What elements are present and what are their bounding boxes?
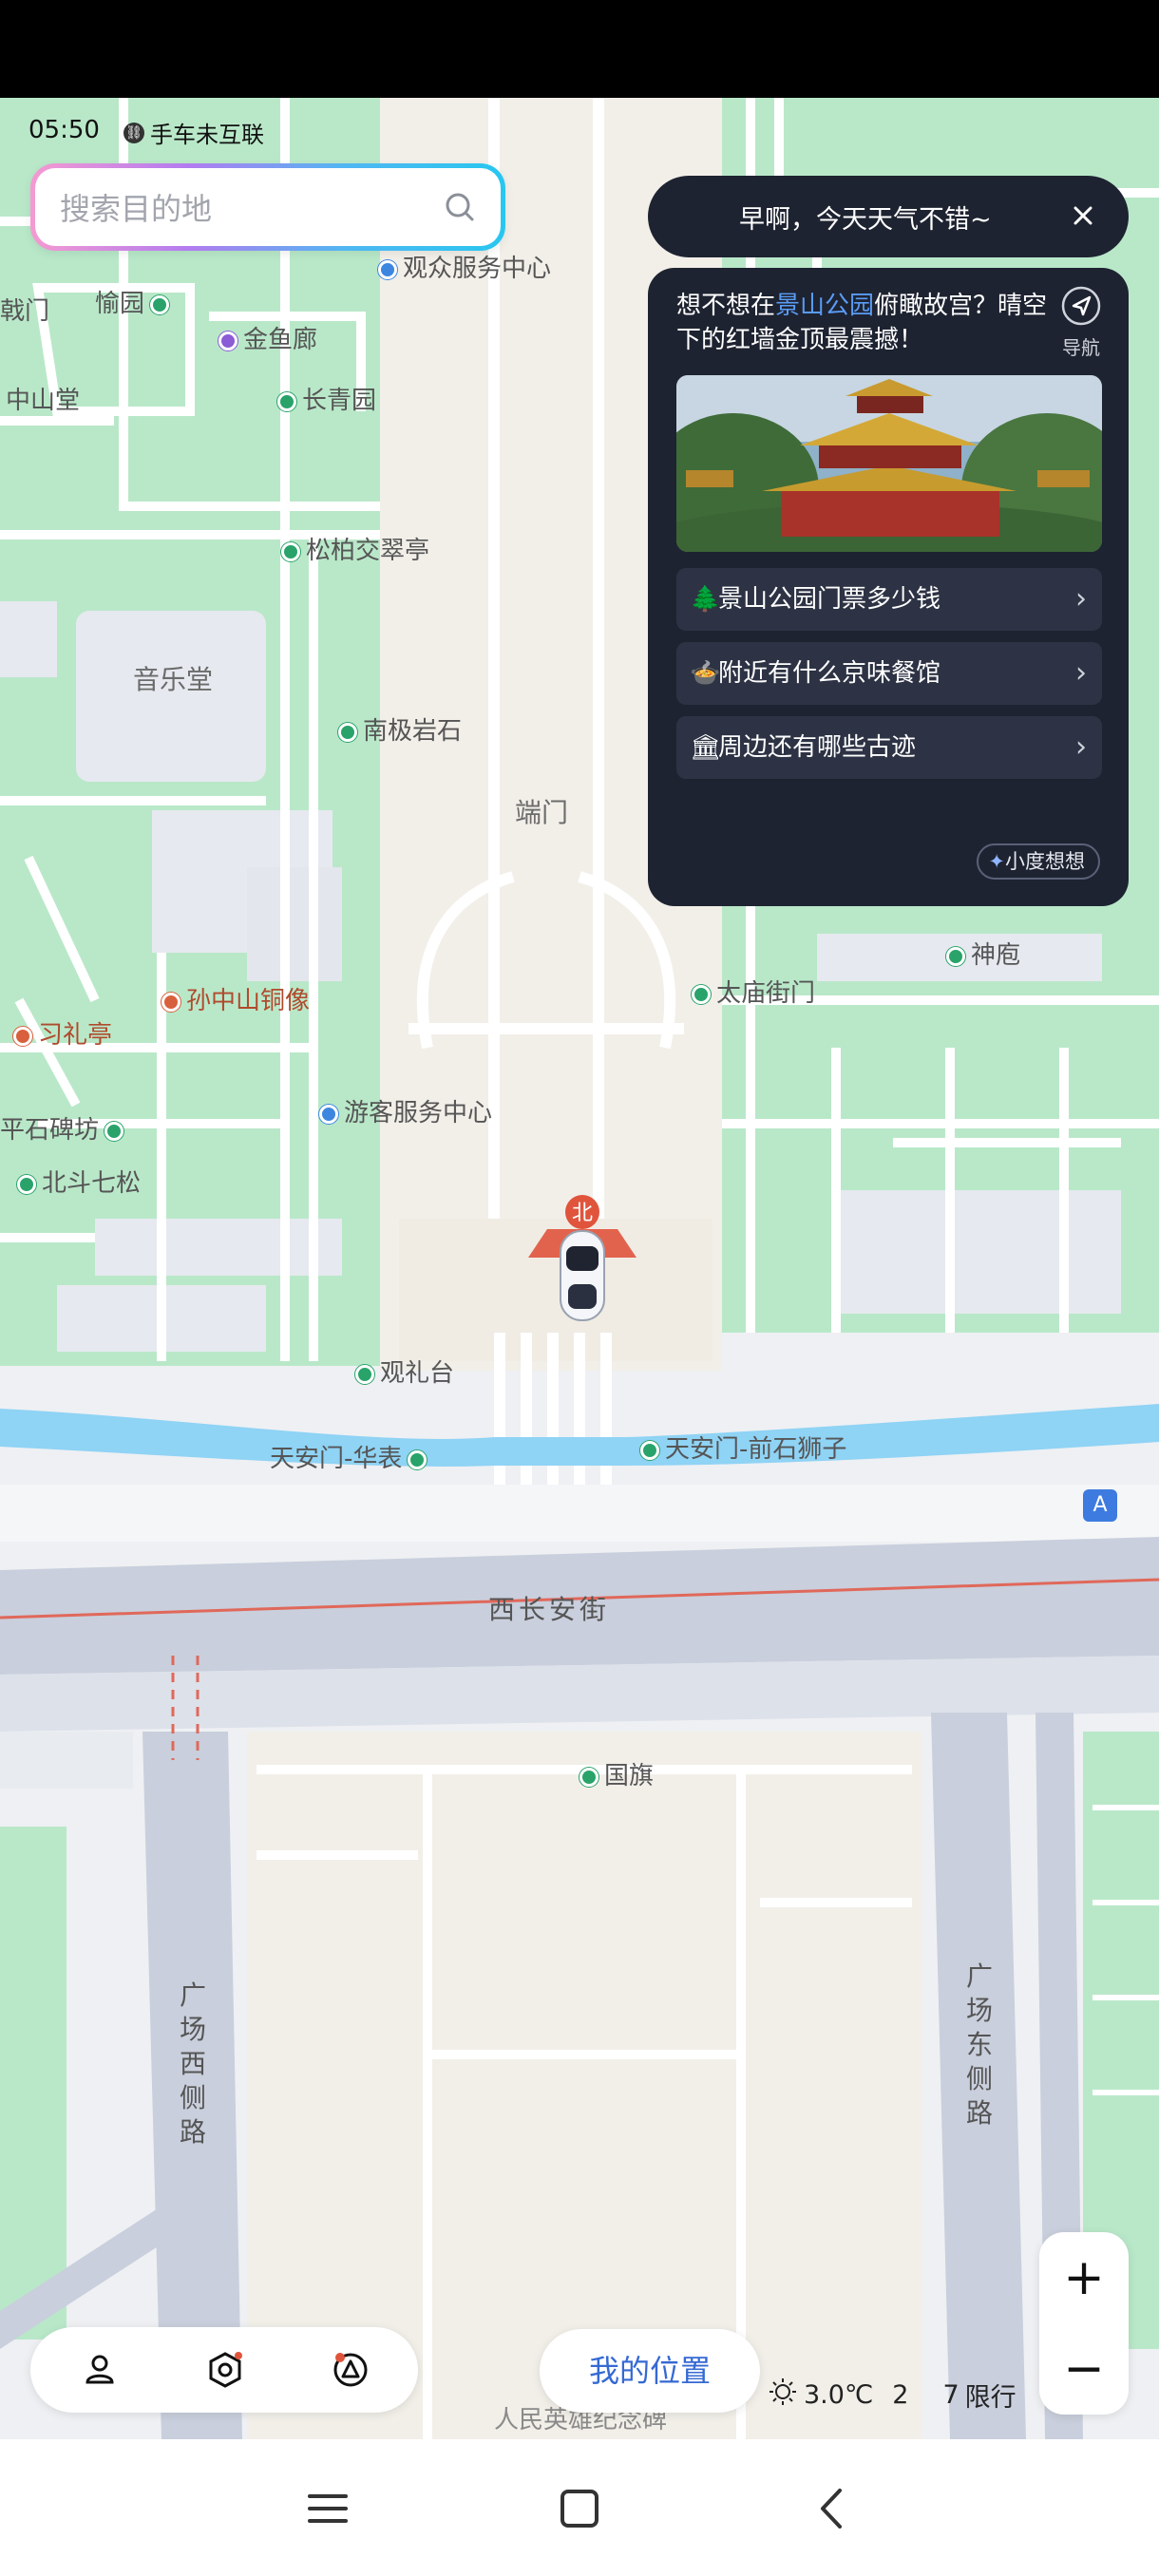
sun-icon bbox=[768, 2377, 798, 2414]
suggestion-item[interactable]: 🏛周边还有哪些古迹 › bbox=[676, 716, 1102, 779]
temperature: 3.0℃ bbox=[804, 2380, 874, 2410]
restriction-label: 限行 bbox=[964, 2383, 1016, 2413]
restriction-digit-2: 7 bbox=[942, 2380, 960, 2410]
poi-visitor-center[interactable]: 观众服务中心 bbox=[378, 255, 551, 283]
poi-zhongshantang[interactable]: 中山堂 bbox=[6, 387, 80, 415]
chevron-right-icon: › bbox=[1075, 730, 1087, 764]
greeting-text: 早啊，今天天气不错~ bbox=[739, 205, 992, 235]
recommendation-message: 想不想在景山公园俯瞰故宫？晴空下的红墙金顶最震撼！ bbox=[676, 292, 1048, 354]
navigate-label: 导航 bbox=[1062, 336, 1100, 359]
jingshan-park-photo[interactable] bbox=[676, 375, 1102, 552]
profile-icon[interactable] bbox=[78, 2348, 122, 2392]
poi-beidou[interactable]: 北斗七松 bbox=[17, 1169, 141, 1198]
poi-pingshi[interactable]: 平石碑坊 bbox=[0, 1116, 129, 1145]
search-input[interactable] bbox=[58, 187, 432, 231]
zoom-in-button[interactable]: + bbox=[1039, 2232, 1129, 2323]
route-a-badge[interactable]: A bbox=[1083, 1489, 1117, 1522]
poi-xilitang[interactable]: 习礼亭 bbox=[13, 1021, 112, 1050]
poi-yuyuan[interactable]: 愉园 bbox=[95, 290, 175, 318]
zoom-out-button[interactable]: − bbox=[1039, 2323, 1129, 2415]
svg-text:北: 北 bbox=[572, 1202, 593, 1225]
poi-sun-yatsen-statue[interactable]: 孙中山铜像 bbox=[162, 987, 310, 1015]
suggestion-item[interactable]: 🌲景山公园门票多少钱 › bbox=[676, 568, 1102, 631]
drive-mode-icon[interactable] bbox=[329, 2348, 372, 2392]
car-location-marker[interactable]: 北 bbox=[528, 1191, 636, 1324]
back-icon[interactable] bbox=[809, 2485, 857, 2532]
navigation-arrow-icon bbox=[1061, 286, 1101, 326]
greeting-banner: 早啊，今天天气不错~ bbox=[648, 176, 1129, 257]
suggestion-label: 附近有什么京味餐馆 bbox=[718, 659, 941, 688]
camera-settings-icon[interactable] bbox=[203, 2348, 247, 2392]
poi-duanmen[interactable]: 端门 bbox=[515, 799, 568, 827]
museum-icon: 🏛 bbox=[690, 733, 722, 762]
poi-taimiao-gate[interactable]: 太庙街门 bbox=[692, 979, 815, 1008]
poi-guanlitai[interactable]: 观礼台 bbox=[355, 1359, 454, 1388]
poi-nanji[interactable]: 南极岩石 bbox=[338, 717, 462, 746]
suggestion-label: 周边还有哪些古迹 bbox=[718, 733, 917, 762]
food-icon: 🍲 bbox=[690, 659, 721, 688]
suggestion-item[interactable]: 🍲附近有什么京味餐馆 › bbox=[676, 642, 1102, 705]
close-icon[interactable] bbox=[1064, 197, 1102, 235]
navigate-button[interactable]: 导航 bbox=[1053, 285, 1110, 360]
car-link-status[interactable]: ⛓ 手车未互联 bbox=[124, 116, 264, 149]
weather-restriction-info[interactable]: 3.0℃ 2 7 限行 bbox=[768, 2377, 1016, 2414]
xiaodu-think-button[interactable]: ✦小度想想 bbox=[977, 843, 1100, 880]
zoom-control: + − bbox=[1039, 2232, 1129, 2415]
restriction-digit-1: 2 bbox=[892, 2380, 909, 2410]
my-location-button[interactable]: 我的位置 bbox=[540, 2329, 760, 2413]
chevron-right-icon: › bbox=[1075, 656, 1087, 690]
poi-jimen[interactable]: 戟门 bbox=[0, 297, 49, 326]
road-square-east: 广场东侧路 bbox=[965, 1960, 993, 2129]
quick-actions-bar bbox=[30, 2327, 418, 2413]
status-time: 05:50 bbox=[28, 116, 100, 144]
poi-national-flag[interactable]: 国旗 bbox=[580, 1762, 654, 1790]
link-icon: ⛓ bbox=[124, 122, 144, 143]
poi-shenpao[interactable]: 神庖 bbox=[946, 941, 1020, 970]
poi-changqingyuan[interactable]: 长青园 bbox=[277, 387, 376, 415]
menu-icon[interactable] bbox=[304, 2485, 352, 2532]
suggestion-label: 景山公园门票多少钱 bbox=[718, 585, 941, 614]
highlight-destination[interactable]: 景山公园 bbox=[775, 292, 874, 320]
poi-yinyuetang[interactable]: 音乐堂 bbox=[133, 666, 213, 694]
car-link-label: 手车未互联 bbox=[150, 122, 264, 148]
road-xichangan: 西长安街 bbox=[488, 1594, 611, 1625]
system-navigation-bar bbox=[0, 2439, 1159, 2576]
poi-songbai[interactable]: 松柏交翠亭 bbox=[281, 537, 429, 565]
road-square-west: 广场西侧路 bbox=[179, 1979, 206, 2148]
poi-tiananmen-lions[interactable]: 天安门-前石狮子 bbox=[640, 1435, 846, 1464]
poi-tiananmen-huabiao[interactable]: 天安门-华表 bbox=[270, 1445, 432, 1473]
tree-icon: 🌲 bbox=[690, 585, 721, 614]
search-icon[interactable] bbox=[442, 189, 480, 231]
chevron-right-icon: › bbox=[1075, 582, 1087, 616]
top-black-bar bbox=[0, 0, 1159, 98]
search-box[interactable] bbox=[30, 163, 505, 251]
sparkle-icon: ✦ bbox=[988, 850, 1005, 873]
poi-jinyulang[interactable]: 金鱼廊 bbox=[218, 326, 317, 354]
recommendation-card: 想不想在景山公园俯瞰故宫？晴空下的红墙金顶最震撼！ 导航 🌲景山公园门票多少钱 … bbox=[648, 268, 1129, 906]
poi-tourist-center[interactable]: 游客服务中心 bbox=[319, 1099, 492, 1127]
home-icon[interactable] bbox=[556, 2485, 603, 2532]
